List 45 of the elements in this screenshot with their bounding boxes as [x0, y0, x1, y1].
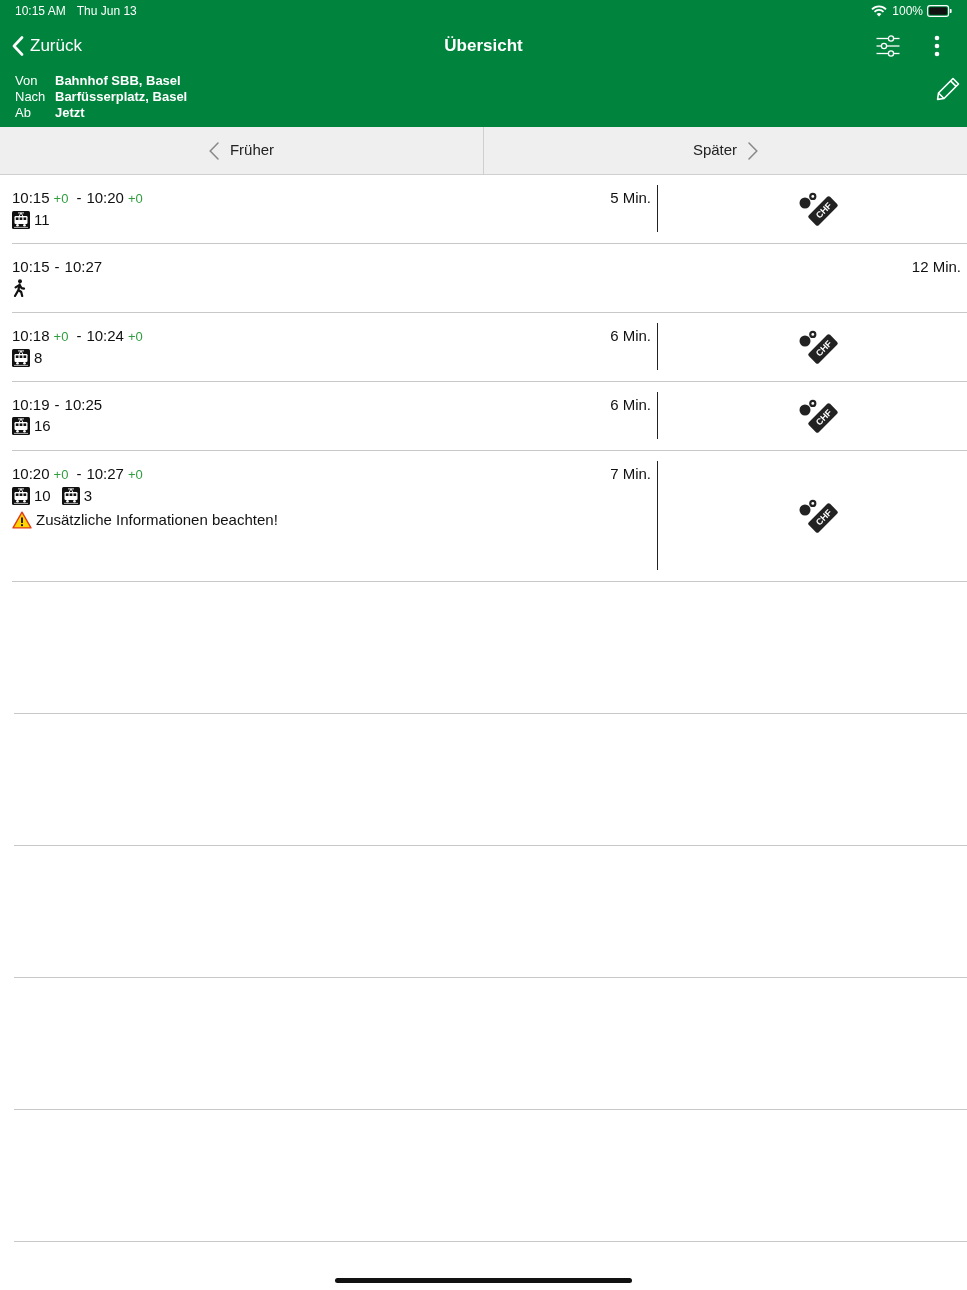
page-title: Übersicht [444, 35, 523, 58]
walking-person-icon [12, 279, 26, 297]
battery-icon [927, 5, 952, 17]
duration-text: 12 Min. [911, 257, 962, 277]
field-label: Von [15, 73, 39, 89]
chevron-left-icon [12, 36, 24, 56]
notice-text: Zusätzliche Informationen beachten! [36, 509, 278, 530]
battery-percentage: 100% [892, 3, 923, 20]
duration-text: 6 Min. [610, 326, 651, 346]
line-number: 10 [34, 485, 51, 506]
duration-text: 6 Min. [610, 395, 651, 415]
line-number: 16 [34, 415, 51, 436]
time-range: 10:18 +0 - 10:24 +0 [12, 326, 143, 346]
duration-text: 7 Min. [610, 464, 651, 484]
later-button[interactable]: Später [483, 127, 967, 174]
field-label: Ab [15, 105, 32, 121]
earlier-button[interactable]: Früher [0, 127, 483, 174]
back-button[interactable]: Zurück [0, 33, 82, 59]
field-value: Jetzt [55, 105, 86, 121]
line-number: 3 [83, 485, 93, 506]
wifi-icon [871, 5, 888, 17]
warning-icon [12, 511, 32, 529]
sliders-icon[interactable] [876, 35, 900, 57]
field-label: Nach [15, 89, 47, 105]
status-time: 10:15 AM [15, 3, 66, 20]
time-range: 10:19 - 10:25 [12, 395, 103, 415]
tram-icon [12, 349, 30, 367]
more-menu-icon[interactable] [934, 35, 940, 57]
tram-icon [12, 417, 30, 435]
time-range: 10:15 - 10:27 [12, 257, 103, 277]
time-range: 10:15 +0 - 10:20 +0 [12, 188, 143, 208]
tram-icon [12, 211, 30, 229]
tram-icon [61, 487, 80, 505]
chevron-right-icon [748, 141, 759, 160]
tram-icon [12, 487, 30, 505]
line-number: 8 [34, 347, 43, 368]
status-date: Thu Jun 13 [76, 3, 137, 20]
chevron-left-icon [208, 141, 219, 160]
field-value: Barfüsserplatz, Basel [55, 89, 188, 105]
pencil-icon[interactable] [936, 77, 960, 101]
connection-row[interactable]: 10:15 - 10:27 12 Min. [12, 244, 967, 313]
field-value: Bahnhof SBB, Basel [55, 73, 182, 89]
duration-text: 5 Min. [610, 188, 651, 208]
line-number: 11 [34, 209, 50, 230]
time-range: 10:20 +0 - 10:27 +0 [12, 464, 143, 484]
